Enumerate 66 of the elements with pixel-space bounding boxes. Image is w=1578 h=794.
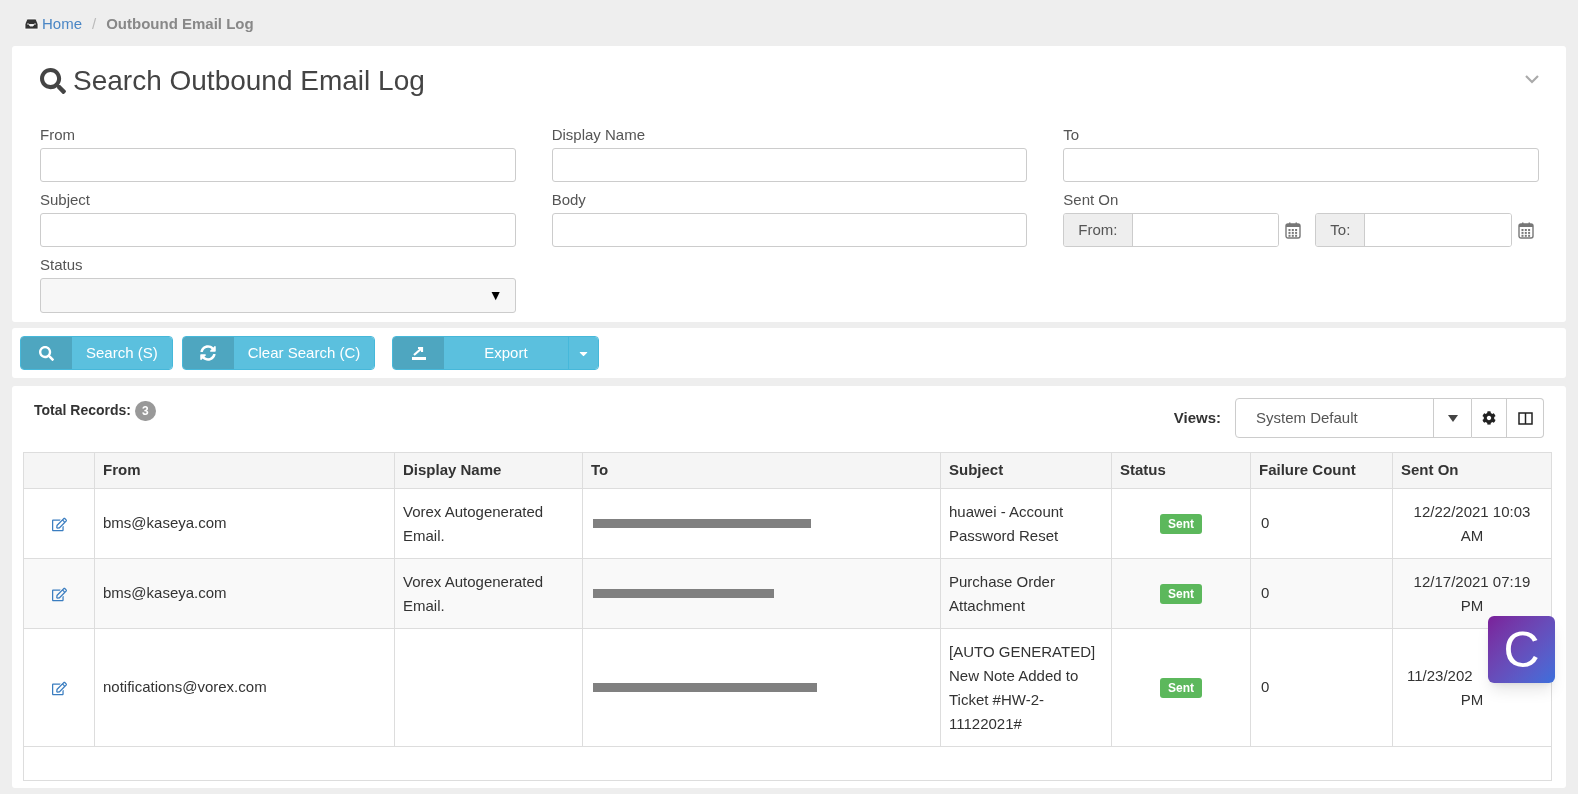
- status-badge: Sent: [1160, 514, 1202, 535]
- settings-icon: [1482, 411, 1496, 425]
- text-field[interactable]: [1063, 148, 1539, 182]
- table-cell-text: 12/22/2021 10:03: [1412, 501, 1532, 522]
- column-header[interactable]: Subject: [949, 461, 1004, 479]
- calendar-icon[interactable]: [1285, 221, 1302, 239]
- field-label: To: [1063, 125, 1081, 145]
- date-to-field[interactable]: To:: [1315, 213, 1513, 247]
- edit-icon[interactable]: [51, 586, 67, 602]
- field-label: Sent On: [1063, 190, 1120, 210]
- table-cell: notifications@vorex.com: [103, 678, 267, 696]
- dropdown-toggle[interactable]: [567, 337, 598, 369]
- table-cell: 0: [1261, 584, 1270, 602]
- table-cell: bms@kaseya.com: [103, 514, 227, 532]
- column-header[interactable]: To: [591, 461, 609, 479]
- table-cell-text: 12/17/2021 07:19: [1412, 571, 1532, 592]
- table-cell: Purchase Order Attachment: [949, 572, 1055, 614]
- status-badge: Sent: [1160, 584, 1202, 605]
- table-cell-text: 11/23/202: [1406, 665, 1474, 686]
- table-cell-text: PM: [1459, 689, 1485, 710]
- settings-button[interactable]: [1472, 398, 1507, 438]
- text-field[interactable]: [40, 148, 516, 182]
- search-icon: [40, 68, 66, 94]
- count-badge: 3: [135, 400, 156, 421]
- search-icon: [39, 345, 54, 361]
- column-header[interactable]: Status: [1120, 461, 1166, 479]
- views-dropdown[interactable]: System Default: [1235, 398, 1472, 438]
- status-badge: Sent: [1160, 678, 1202, 699]
- breadcrumb-current: Outbound Email Log: [106, 13, 254, 34]
- views-label: Views:: [1173, 407, 1221, 428]
- text-field[interactable]: [40, 213, 516, 247]
- edit-icon[interactable]: [51, 516, 67, 532]
- refresh-icon: [200, 345, 217, 361]
- table-cell: Vorex Autogenerated Email.: [403, 502, 544, 544]
- table-cell: 0: [1261, 678, 1270, 696]
- export-icon: [410, 345, 427, 361]
- column-header[interactable]: Sent On: [1401, 461, 1459, 479]
- columns-button[interactable]: [1507, 398, 1544, 438]
- field-label: Subject: [40, 190, 92, 210]
- calendar-icon[interactable]: [1518, 221, 1535, 239]
- columns-icon: [1517, 411, 1533, 425]
- table-cell-text: PM: [1459, 595, 1485, 616]
- caret-icon: ▼: [488, 285, 503, 306]
- total-records-label: Total Records:: [34, 401, 131, 420]
- breadcrumb-separator: /: [92, 13, 97, 34]
- chat-widget[interactable]: C: [1488, 616, 1555, 683]
- field-label: Display Name: [551, 125, 647, 145]
- chevron-down-icon[interactable]: [1524, 74, 1540, 84]
- table-cell: Vorex Autogenerated Email.: [403, 572, 544, 614]
- caret-icon: [1447, 414, 1458, 422]
- field-label: From: [40, 125, 76, 145]
- edit-icon[interactable]: [51, 680, 67, 696]
- date-from-field[interactable]: From:: [1063, 213, 1280, 247]
- status-dropdown[interactable]: ▼: [40, 278, 516, 313]
- column-header[interactable]: From: [103, 461, 141, 479]
- field-label: Status: [40, 255, 84, 275]
- table-cell-text: AM: [1459, 525, 1485, 546]
- inbox-icon: [24, 18, 39, 30]
- table-cell: bms@kaseya.com: [103, 584, 227, 602]
- table-cell: 0: [1261, 514, 1270, 532]
- text-field[interactable]: [551, 148, 1028, 182]
- panel-title: Search Outbound Email Log: [73, 64, 425, 98]
- table-cell: huawei - Account Password Reset: [949, 502, 1064, 544]
- field-label: Body: [551, 190, 587, 210]
- table-cell: [AUTO GENERATED] New Note Added to Ticket #HW-2-11122021#: [949, 642, 1096, 732]
- text-field[interactable]: [551, 213, 1028, 247]
